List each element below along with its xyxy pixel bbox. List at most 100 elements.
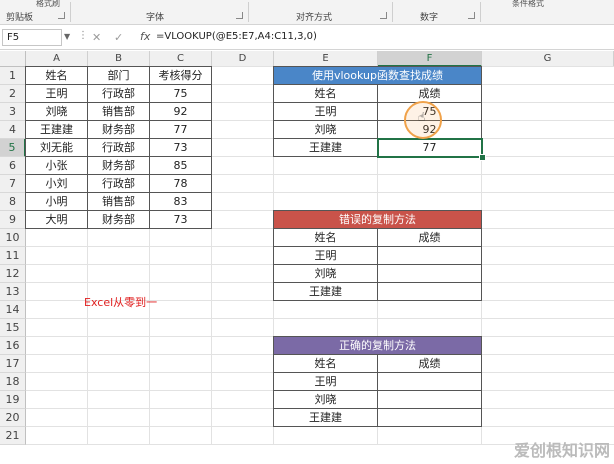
lookup-data-cell[interactable]: 王明	[273, 102, 378, 121]
source-data-cell[interactable]: 刘无能	[25, 138, 88, 157]
source-data-cell[interactable]: 王建建	[25, 120, 88, 139]
column-header-e[interactable]: E	[274, 51, 378, 67]
ribbon-group-font: 字体	[146, 13, 165, 23]
enter-icon[interactable]: ✓	[114, 31, 123, 44]
row-header-14[interactable]: 14	[0, 301, 26, 319]
watermark: 爱创根知识网	[513, 441, 610, 460]
wrong-data-cell[interactable]: 王明	[273, 246, 378, 265]
lookup-header-cell[interactable]: 姓名	[273, 84, 378, 103]
formula-input[interactable]: =VLOOKUP(@E5:E7,A4:C11,3,0)	[156, 31, 317, 42]
row-header-21[interactable]: 21	[0, 427, 26, 445]
column-header-b[interactable]: B	[88, 51, 150, 67]
chevron-down-icon[interactable]: ▼	[64, 32, 70, 41]
row-header-4[interactable]: 4	[0, 121, 26, 139]
column-header-d[interactable]: D	[212, 51, 274, 67]
right-data-cell[interactable]: 王建建	[273, 408, 378, 427]
lookup-data-cell[interactable]: 刘晓	[273, 120, 378, 139]
insert-function-icon[interactable]: fx	[140, 30, 150, 43]
row-header-11[interactable]: 11	[0, 247, 26, 265]
row-header-5[interactable]: 5	[0, 139, 26, 157]
wrong-data-cell[interactable]	[377, 246, 482, 265]
source-data-cell[interactable]: 大明	[25, 210, 88, 229]
wrong-header-cell[interactable]: 姓名	[273, 228, 378, 247]
wrong-data-cell[interactable]	[377, 264, 482, 283]
source-data-cell[interactable]: 小张	[25, 156, 88, 175]
mouse-cursor-icon: ☝	[418, 110, 426, 124]
row-header-2[interactable]: 2	[0, 85, 26, 103]
source-data-cell[interactable]: 小刘	[25, 174, 88, 193]
right-data-cell[interactable]	[377, 390, 482, 409]
ribbon-group-clipboard: 剪贴板	[6, 13, 34, 23]
column-header-a[interactable]: A	[26, 51, 88, 67]
annotation-text: Excel从零到一	[84, 296, 158, 309]
dialog-launcher-icon[interactable]	[236, 12, 243, 19]
right-header-cell[interactable]: 成绩	[377, 354, 482, 373]
cancel-icon[interactable]: ✕	[92, 31, 101, 44]
format-painter-button[interactable]: 格式刷	[36, 0, 60, 9]
source-data-cell[interactable]: 销售部	[87, 102, 150, 121]
wrong-data-cell[interactable]: 刘晓	[273, 264, 378, 283]
conditional-format-button[interactable]: 条件格式	[512, 0, 544, 9]
source-data-cell[interactable]: 85	[149, 156, 212, 175]
row-header-20[interactable]: 20	[0, 409, 26, 427]
right-title-cell[interactable]: 正确的复制方法	[273, 336, 482, 355]
source-data-cell[interactable]: 75	[149, 84, 212, 103]
source-data-cell[interactable]: 财务部	[87, 120, 150, 139]
right-data-cell[interactable]	[377, 372, 482, 391]
row-header-18[interactable]: 18	[0, 373, 26, 391]
row-header-19[interactable]: 19	[0, 391, 26, 409]
column-header-c[interactable]: C	[150, 51, 212, 67]
source-data-cell[interactable]: 行政部	[87, 138, 150, 157]
source-data-cell[interactable]: 77	[149, 120, 212, 139]
right-header-cell[interactable]: 姓名	[273, 354, 378, 373]
source-data-cell[interactable]: 销售部	[87, 192, 150, 211]
row-header-8[interactable]: 8	[0, 193, 26, 211]
wrong-data-cell[interactable]	[377, 282, 482, 301]
source-header-cell[interactable]: 部门	[87, 66, 150, 85]
wrong-header-cell[interactable]: 成绩	[377, 228, 482, 247]
source-data-cell[interactable]: 73	[149, 210, 212, 229]
select-all-corner[interactable]	[0, 51, 26, 67]
row-header-1[interactable]: 1	[0, 67, 26, 85]
source-data-cell[interactable]: 行政部	[87, 174, 150, 193]
source-data-cell[interactable]: 小明	[25, 192, 88, 211]
row-header-12[interactable]: 12	[0, 265, 26, 283]
dialog-launcher-icon[interactable]	[58, 12, 65, 19]
row-header-13[interactable]: 13	[0, 283, 26, 301]
dialog-launcher-icon[interactable]	[468, 12, 475, 19]
source-data-cell[interactable]: 行政部	[87, 84, 150, 103]
source-data-cell[interactable]: 财务部	[87, 210, 150, 229]
source-data-cell[interactable]: 78	[149, 174, 212, 193]
lookup-header-cell[interactable]: 成绩	[377, 84, 482, 103]
row-header-10[interactable]: 10	[0, 229, 26, 247]
column-header-g[interactable]: G	[482, 51, 614, 67]
row-header-6[interactable]: 6	[0, 157, 26, 175]
column-header-f[interactable]: F	[378, 51, 482, 67]
source-data-cell[interactable]: 83	[149, 192, 212, 211]
right-data-cell[interactable]	[377, 408, 482, 427]
row-header-15[interactable]: 15	[0, 319, 26, 337]
ribbon-divider	[70, 2, 71, 22]
wrong-title-cell[interactable]: 错误的复制方法	[273, 210, 482, 229]
fill-handle[interactable]	[479, 154, 486, 161]
source-data-cell[interactable]: 73	[149, 138, 212, 157]
row-header-17[interactable]: 17	[0, 355, 26, 373]
right-data-cell[interactable]: 王明	[273, 372, 378, 391]
right-data-cell[interactable]: 刘晓	[273, 390, 378, 409]
source-header-cell[interactable]: 姓名	[25, 66, 88, 85]
source-data-cell[interactable]: 王明	[25, 84, 88, 103]
row-header-3[interactable]: 3	[0, 103, 26, 121]
source-data-cell[interactable]: 财务部	[87, 156, 150, 175]
source-data-cell[interactable]: 92	[149, 102, 212, 121]
row-header-9[interactable]: 9	[0, 211, 26, 229]
dialog-launcher-icon[interactable]	[380, 12, 387, 19]
row-header-16[interactable]: 16	[0, 337, 26, 355]
source-data-cell[interactable]: 刘晓	[25, 102, 88, 121]
lookup-title-cell[interactable]: 使用vlookup函数查找成绩	[273, 66, 482, 85]
source-header-cell[interactable]: 考核得分	[149, 66, 212, 85]
name-box[interactable]: F5	[2, 29, 62, 46]
more-icon: ⋮	[78, 30, 88, 41]
row-header-7[interactable]: 7	[0, 175, 26, 193]
wrong-data-cell[interactable]: 王建建	[273, 282, 378, 301]
lookup-data-cell[interactable]: 王建建	[273, 138, 378, 157]
